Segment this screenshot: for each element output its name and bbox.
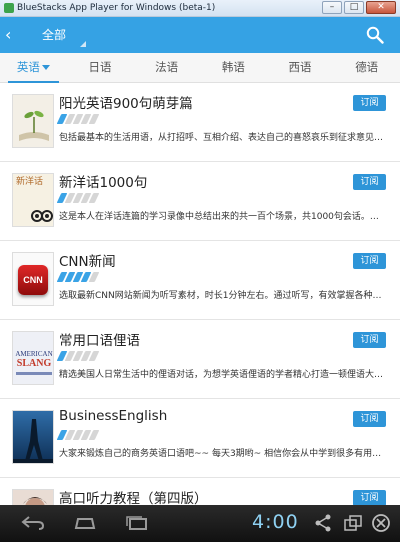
- course-title: 阳光英语900句萌芽篇: [59, 96, 193, 112]
- app-header: ‹ 全部: [0, 17, 400, 53]
- rating: [56, 193, 100, 203]
- window-toggle-icon[interactable]: [343, 514, 363, 532]
- cnn-logo: CNN: [18, 265, 48, 295]
- tab-german[interactable]: 德语: [333, 53, 400, 82]
- rating: [56, 114, 100, 124]
- home-icon[interactable]: [72, 516, 98, 530]
- list-item[interactable]: CNN CNN新闻 选取最新CNN网站新闻为听写素材，时长1分钟左右。通过听写，…: [0, 241, 400, 320]
- android-navbar: 4:00: [0, 505, 400, 542]
- list-item[interactable]: 高口听力教程（第四版） 订阅: [0, 478, 400, 505]
- course-title: CNN新闻: [59, 254, 116, 270]
- subscribe-button[interactable]: 订阅: [353, 490, 386, 505]
- bluestacks-icon: [4, 3, 14, 13]
- course-thumbnail: [12, 410, 54, 464]
- course-list: 阳光英语900句萌芽篇 包括最基本的生活用语，从打招呼、互相介绍、表达自己的喜怒…: [0, 83, 400, 505]
- rating: [56, 272, 100, 282]
- subscribe-button[interactable]: 订阅: [353, 95, 386, 111]
- category-dropdown[interactable]: 全部: [42, 26, 66, 43]
- list-item[interactable]: 阳光英语900句萌芽篇 包括最基本的生活用语，从打招呼、互相介绍、表达自己的喜怒…: [0, 83, 400, 162]
- close-button[interactable]: ✕: [366, 1, 396, 14]
- subscribe-button[interactable]: 订阅: [353, 174, 386, 190]
- course-thumbnail: [12, 94, 54, 148]
- tab-spanish[interactable]: 西语: [267, 53, 334, 82]
- window-title: BlueStacks App Player for Windows (beta-…: [17, 3, 216, 13]
- minimize-button[interactable]: –: [322, 1, 342, 14]
- dropdown-corner-icon: [80, 41, 86, 47]
- course-description: 包括最基本的生活用语，从打招呼、互相介绍、表达自己的喜怒哀乐到征求意见…: [59, 133, 384, 143]
- subscribe-button[interactable]: 订阅: [353, 411, 386, 427]
- rating: [56, 430, 100, 440]
- eiffel-tower-icon: [13, 419, 53, 463]
- tab-korean[interactable]: 韩语: [200, 53, 267, 82]
- list-item[interactable]: AMERICAN SLANG 常用口语俚语 精选美国人日常生活中的俚语对话，为想…: [0, 320, 400, 399]
- close-icon[interactable]: [371, 513, 391, 533]
- tab-english[interactable]: 英语: [0, 53, 67, 83]
- course-thumbnail: AMERICAN SLANG: [12, 331, 54, 385]
- thumbnail-stripe: [16, 372, 52, 375]
- list-item[interactable]: BusinessEnglish 大家来锻炼自己的商务英语口语吧~~ 每天3期哟~…: [0, 399, 400, 478]
- back-icon[interactable]: [20, 515, 46, 531]
- course-title: 新洋话1000句: [59, 175, 148, 191]
- language-tabs: 英语 日语 法语 韩语 西语 德语: [0, 53, 400, 83]
- window-controls: – □ ✕: [322, 1, 396, 14]
- subscribe-button[interactable]: 订阅: [353, 332, 386, 348]
- thumbnail-text: AMERICAN: [15, 350, 53, 358]
- search-icon[interactable]: [366, 26, 384, 44]
- tab-french[interactable]: 法语: [133, 53, 200, 82]
- window-title-bar: BlueStacks App Player for Windows (beta-…: [0, 0, 400, 17]
- course-description: 这是本人在洋话连篇的学习录像中总结出来的共一百个场景，共1000句会话。…: [59, 212, 379, 222]
- course-title: BusinessEnglish: [59, 408, 168, 424]
- tab-japanese[interactable]: 日语: [67, 53, 134, 82]
- clock: 4:00: [252, 511, 299, 533]
- list-item[interactable]: 新洋话 新洋话1000句 这是本人在洋话连篇的学习录像中总结出来的共一百个场景，…: [0, 162, 400, 241]
- course-description: 大家来锻炼自己的商务英语口语吧~~ 每天3期哟~ 相信你会从中学到很多有用的…: [59, 449, 387, 459]
- recent-apps-icon[interactable]: [124, 515, 150, 531]
- rating: [56, 351, 100, 361]
- share-icon[interactable]: [314, 514, 332, 532]
- course-description: 精选美国人日常生活中的俚语对话，为想学英语俚语的学者精心打造一顿俚语大…: [59, 370, 384, 380]
- course-description: 选取最新CNN网站新闻为听写素材，时长1分钟左右。通过听写，有效掌握各种…: [59, 291, 382, 301]
- subscribe-button[interactable]: 订阅: [353, 253, 386, 269]
- caret-down-icon: [41, 65, 50, 70]
- course-thumbnail: 新洋话: [12, 173, 54, 227]
- course-thumbnail: [12, 489, 54, 505]
- course-title: 常用口语俚语: [59, 333, 140, 349]
- course-title: 高口听力教程（第四版）: [59, 491, 208, 505]
- back-chevron-icon[interactable]: ‹: [5, 25, 11, 44]
- thumbnail-text: SLANG: [16, 358, 52, 369]
- maximize-button[interactable]: □: [344, 1, 364, 14]
- course-thumbnail: CNN: [12, 252, 54, 306]
